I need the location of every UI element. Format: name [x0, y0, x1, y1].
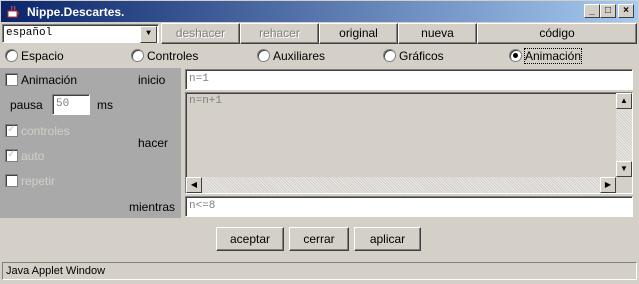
- scroll-left-icon[interactable]: ◀: [186, 177, 202, 193]
- scroll-down-icon[interactable]: ▼: [616, 161, 632, 177]
- check-icon: ✓: [5, 124, 18, 138]
- auto-label: auto: [21, 149, 45, 163]
- check-icon: ✓: [5, 149, 18, 163]
- tab-graficos-label: Gráficos: [399, 49, 444, 63]
- accept-button[interactable]: aceptar: [216, 227, 284, 251]
- checkbox-icon: [5, 174, 18, 188]
- inicio-label: inicio: [138, 73, 166, 87]
- auto-checkbox[interactable]: ✓ auto: [5, 148, 44, 164]
- scroll-right-icon[interactable]: ▶: [600, 177, 616, 193]
- java-cup-icon: [7, 5, 19, 18]
- tab-auxiliares-label: Auxiliares: [273, 49, 326, 63]
- close-dialog-button[interactable]: cerrar: [289, 227, 349, 251]
- pausa-label: pausa: [10, 98, 43, 112]
- language-value: español: [6, 27, 53, 39]
- controles-checkbox[interactable]: ✓ controles: [5, 123, 70, 139]
- scroll-up-icon[interactable]: ▲: [616, 93, 632, 109]
- title-bar[interactable]: Nippe.Descartes. _ □ ×: [0, 0, 639, 22]
- language-select[interactable]: español ▼: [2, 24, 159, 43]
- mientras-input[interactable]: n<=8: [185, 196, 633, 217]
- radio-icon: [131, 49, 144, 63]
- radio-icon: [257, 49, 270, 63]
- tab-controles[interactable]: Controles: [131, 48, 198, 64]
- animacion-label: Animación: [21, 73, 78, 87]
- tab-controles-label: Controles: [147, 49, 199, 63]
- apply-button[interactable]: aplicar: [354, 227, 421, 251]
- status-bar: Java Applet Window: [2, 262, 637, 280]
- pausa-input[interactable]: 50: [52, 94, 90, 115]
- controles-label: controles: [21, 124, 70, 138]
- mientras-label: mientras: [129, 200, 176, 214]
- maximize-button[interactable]: □: [600, 4, 616, 18]
- radio-selected-icon: [509, 49, 522, 63]
- animacion-checkbox[interactable]: Animación: [5, 72, 77, 88]
- hacer-text: n=n+1: [189, 95, 223, 107]
- hacer-textarea[interactable]: n=n+1 ▲ ▼ ◀ ▶: [185, 92, 633, 194]
- radio-icon: [383, 49, 396, 63]
- repetir-checkbox[interactable]: repetir: [5, 173, 55, 189]
- checkbox-icon: [5, 73, 18, 87]
- tab-animacion[interactable]: Animación: [509, 48, 583, 64]
- hacer-label: hacer: [138, 136, 169, 150]
- original-button[interactable]: original: [319, 23, 398, 44]
- minimize-button[interactable]: _: [584, 4, 600, 18]
- window-title: Nippe.Descartes.: [27, 5, 125, 19]
- repetir-label: repetir: [21, 174, 56, 188]
- redo-button[interactable]: rehacer: [240, 23, 319, 44]
- vertical-scrollbar[interactable]: ▲ ▼: [616, 93, 632, 177]
- ms-label: ms: [97, 98, 113, 112]
- radio-icon: [5, 49, 18, 63]
- new-button[interactable]: nueva: [398, 23, 477, 44]
- tab-animacion-label: Animación: [523, 48, 583, 64]
- chevron-down-icon[interactable]: ▼: [140, 26, 157, 43]
- undo-button[interactable]: deshacer: [161, 23, 240, 44]
- tab-auxiliares[interactable]: Auxiliares: [257, 48, 325, 64]
- tab-graficos[interactable]: Gráficos: [383, 48, 444, 64]
- inicio-input[interactable]: n=1: [185, 69, 633, 90]
- tab-espacio-label: Espacio: [21, 49, 64, 63]
- code-button[interactable]: código: [477, 23, 637, 44]
- tab-espacio[interactable]: Espacio: [5, 48, 64, 64]
- close-button[interactable]: ×: [618, 4, 634, 18]
- horizontal-scrollbar[interactable]: ◀ ▶: [186, 177, 616, 193]
